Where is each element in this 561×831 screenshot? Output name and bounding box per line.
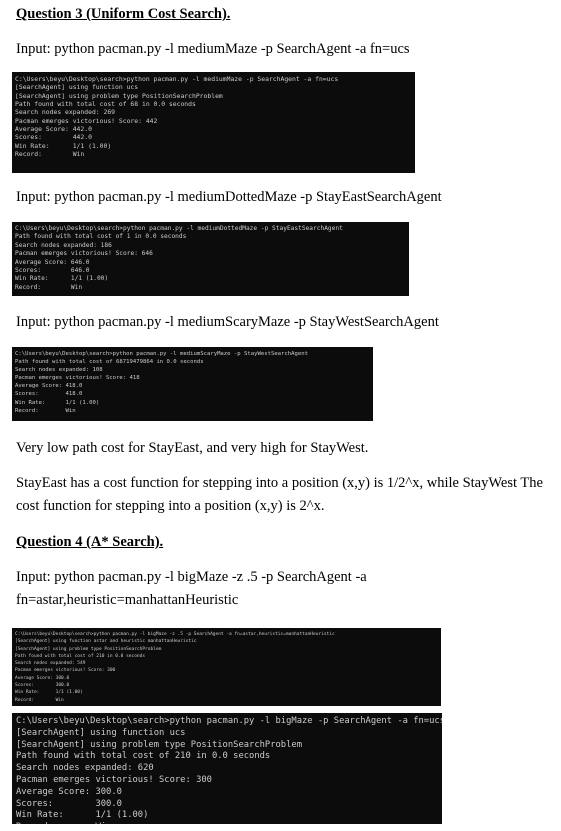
terminal-line: C:\Users\beyu\Desktop\search>python pacm… [15, 225, 343, 232]
terminal-line: [SearchAgent] using function ucs [16, 727, 186, 738]
terminal-line: Search nodes expanded: 549 [15, 661, 86, 667]
terminal-line: Path found with total cost of 210 in 0.0… [15, 653, 146, 659]
terminal-line: Path found with total cost of 210 in 0.0… [16, 751, 271, 762]
q3-input-2: Input: python pacman.py -l mediumDottedM… [16, 189, 442, 205]
terminal-output-staywest: C:\Users\beyu\Desktop\search>python pacm… [12, 347, 373, 421]
terminal-line: Pacman emerges victorious! Score: 300 [15, 668, 116, 674]
terminal-output-ucs-bigmaze: C:\Users\beyu\Desktop\search>python pacm… [12, 713, 442, 824]
terminal-line: Win Rate: 1/1 (1.00) [15, 141, 112, 150]
terminal-line: [SearchAgent] using function astar and h… [15, 639, 197, 645]
terminal-line: Record: Win [15, 407, 76, 414]
terminal-line: C:\Users\beyu\Desktop\search>python pacm… [15, 75, 339, 83]
q3-input-3: Input: python pacman.py -l mediumScaryMa… [16, 314, 439, 330]
terminal-line: Path found with total cost of 68 in 0.0 … [15, 100, 196, 109]
terminal-line: Win Rate: 1/1 (1.00) [15, 690, 83, 696]
terminal-line: Win Rate: 1/1 (1.00) [16, 810, 149, 821]
q3-heading: Question 3 (Uniform Cost Search). [16, 6, 231, 22]
terminal-line: Record: Win [15, 697, 64, 703]
terminal-line: Path found with total cost of 6871947986… [15, 359, 204, 366]
terminal-line: Scores: 300.0 [15, 683, 70, 689]
terminal-line: Path found with total cost of 1 in 0.0 s… [15, 233, 187, 241]
terminal-line: Pacman emerges victorious! Score: 300 [16, 774, 212, 785]
terminal-output-stayeast: C:\Users\beyu\Desktop\search>python pacm… [12, 222, 409, 296]
terminal-line: C:\Users\beyu\Desktop\search>python pacm… [15, 632, 335, 637]
terminal-line: Scores: 418.0 [15, 391, 83, 398]
terminal-line: Record: Win [16, 822, 440, 824]
terminal-line: Search nodes expanded: 620 [16, 763, 154, 774]
terminal-line: Record: Win [15, 150, 85, 159]
terminal-line: Average Score: 300.0 [16, 786, 122, 797]
terminal-line: Scores: 442.0 [15, 133, 92, 142]
q4-heading: Question 4 (A* Search). [16, 534, 164, 550]
terminal-line: Search nodes expanded: 186 [15, 241, 112, 249]
terminal-line: Average Score: 442.0 [15, 125, 92, 134]
terminal-line: [SearchAgent] using problem type Positio… [16, 739, 302, 750]
terminal-line: C:\Users\beyu\Desktop\search>python pacm… [16, 716, 442, 726]
terminal-line: [SearchAgent] using function ucs [15, 83, 139, 92]
q3-input-1: Input: python pacman.py -l mediumMaze -p… [16, 41, 410, 57]
terminal-line: Scores: 300.0 [16, 798, 122, 809]
terminal-line: Pacman emerges victorious! Score: 418 [15, 375, 140, 382]
terminal-line: Scores: 646.0 [15, 267, 90, 275]
q3-explanation: StayEast has a cost function for steppin… [16, 475, 543, 514]
terminal-line: Average Score: 300.0 [15, 675, 70, 681]
terminal-output-ucs-medium: C:\Users\beyu\Desktop\search>python pacm… [12, 72, 415, 173]
terminal-line: [SearchAgent] using problem type Positio… [15, 91, 223, 100]
terminal-line: C:\Users\beyu\Desktop\search>python pacm… [15, 351, 308, 357]
terminal-line: Win Rate: 1/1 (1.00) [15, 275, 109, 283]
terminal-line: Win Rate: 1/1 (1.00) [15, 399, 100, 406]
terminal-output-astar-bigmaze: C:\Users\beyu\Desktop\search>python pacm… [12, 628, 441, 706]
q3-observation: Very low path cost for StayEast, and ver… [16, 440, 369, 456]
terminal-line: Average Score: 646.0 [15, 258, 90, 266]
terminal-line: Average Score: 418.0 [15, 383, 83, 390]
terminal-line: Pacman emerges victorious! Score: 646 [15, 250, 153, 258]
terminal-line: Pacman emerges victorious! Score: 442 [15, 116, 158, 125]
terminal-line: Record: Win [15, 283, 83, 291]
terminal-line: [SearchAgent] using problem type Positio… [15, 646, 162, 652]
terminal-line: Search nodes expanded: 108 [15, 367, 103, 374]
q4-input: Input: python pacman.py -l bigMaze -z .5… [16, 569, 367, 608]
terminal-line: Search nodes expanded: 269 [15, 108, 116, 117]
